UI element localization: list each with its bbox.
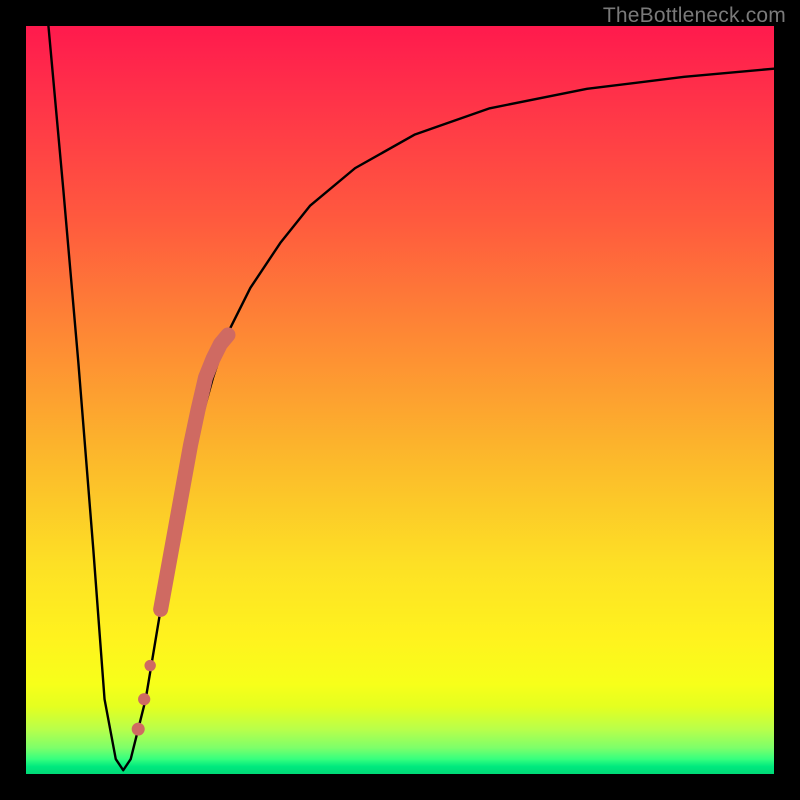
bottleneck-curve-path bbox=[48, 26, 774, 770]
chart-frame: TheBottleneck.com bbox=[0, 0, 800, 800]
highlight-dot bbox=[138, 693, 150, 705]
watermark-text: TheBottleneck.com bbox=[603, 4, 786, 28]
highlight-dot bbox=[144, 660, 155, 671]
highlight-dots-lower-group bbox=[132, 660, 156, 736]
highlight-segment bbox=[161, 335, 228, 610]
chart-svg bbox=[26, 26, 774, 774]
highlight-dot bbox=[132, 723, 145, 736]
plot-area bbox=[26, 26, 774, 774]
bottleneck-curve-line bbox=[48, 26, 774, 770]
highlight-segment-group bbox=[161, 335, 228, 610]
